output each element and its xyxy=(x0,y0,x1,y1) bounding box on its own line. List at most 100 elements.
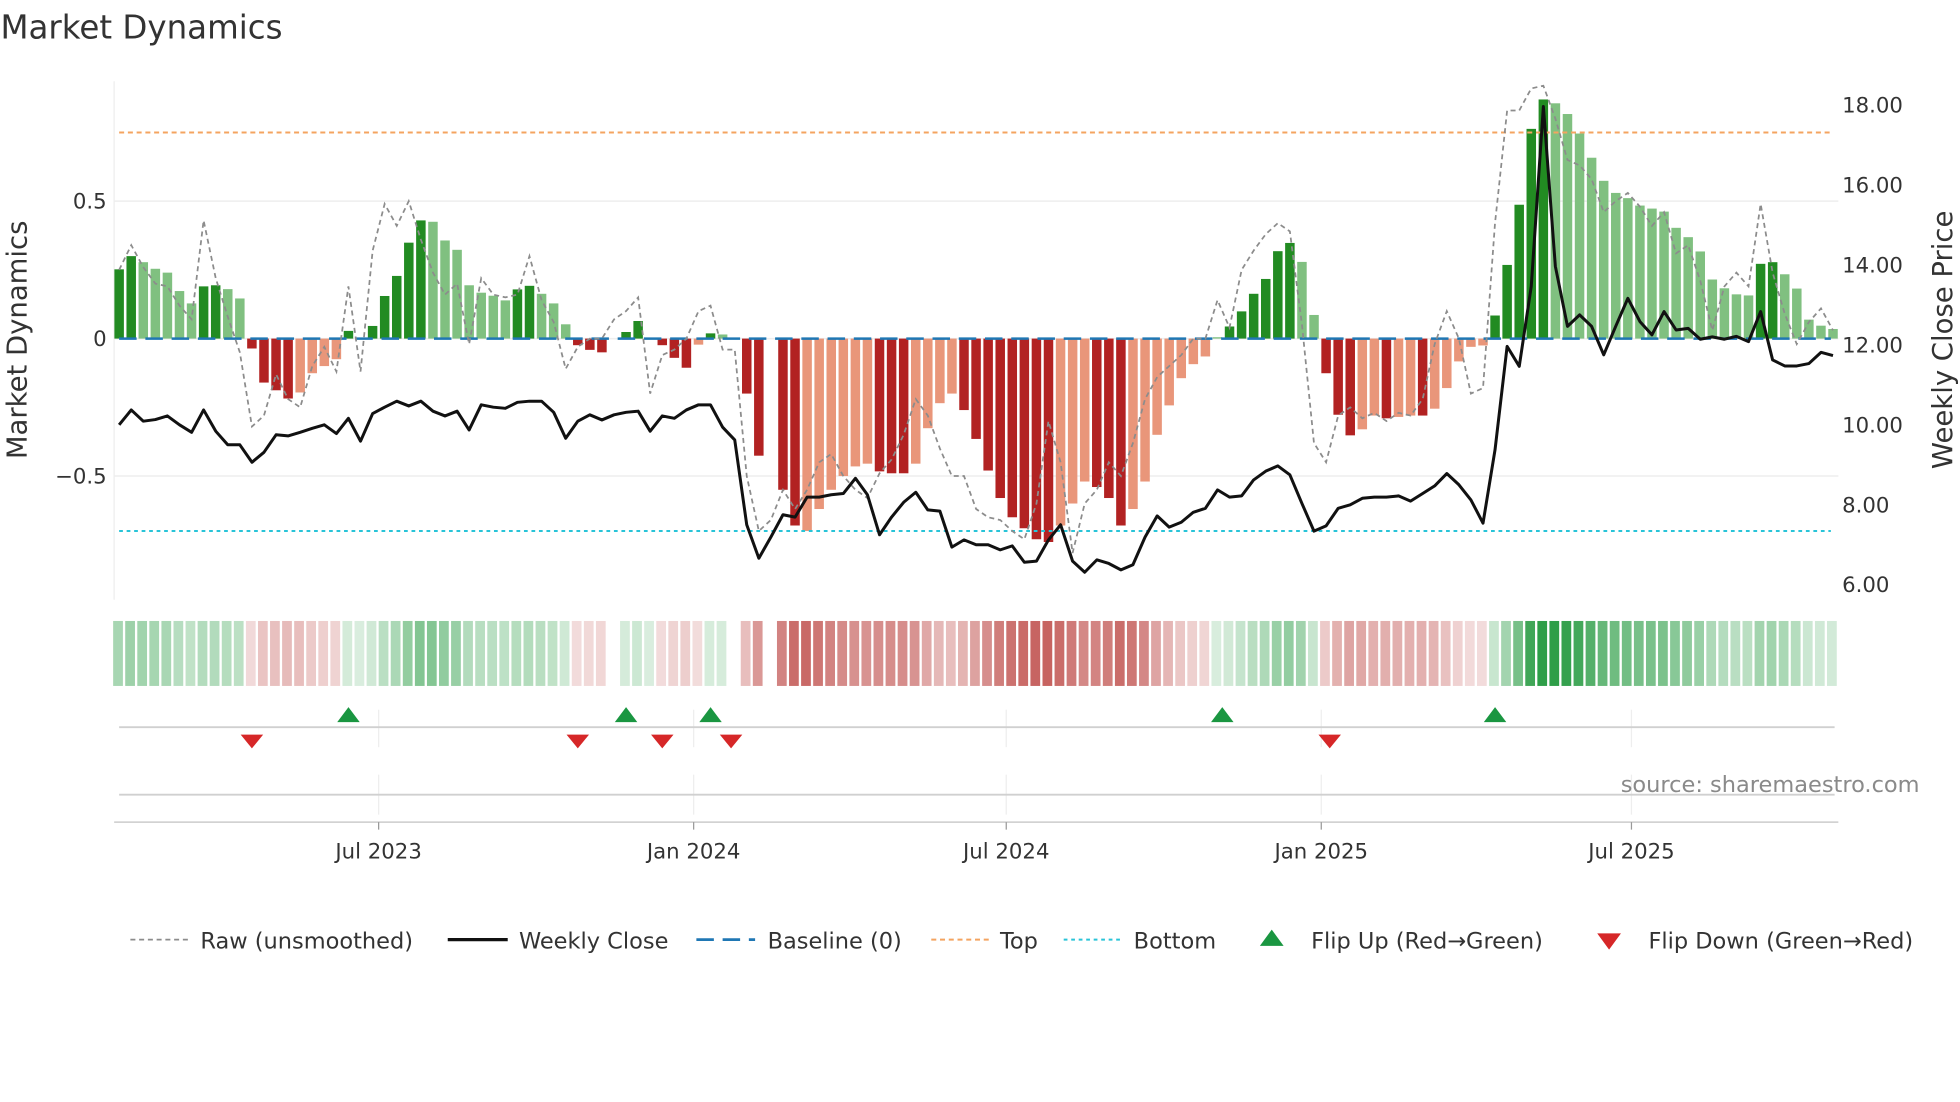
momentum-bar xyxy=(1647,208,1657,339)
momentum-bar xyxy=(259,338,269,383)
legend-label-flip-down: Flip Down (Green→Red) xyxy=(1648,928,1913,954)
legend-item-flip-down[interactable]: Flip Down (Green→Red) xyxy=(1597,928,1913,954)
legend-label-close: Weekly Close xyxy=(519,928,668,954)
heat-cell xyxy=(668,620,679,686)
heat-cell xyxy=(257,620,268,686)
heat-cell xyxy=(330,620,341,686)
legend-item-flip-up[interactable]: Flip Up (Red→Green) xyxy=(1259,928,1543,954)
heat-cell xyxy=(849,620,860,686)
momentum-bar xyxy=(1128,338,1138,510)
heat-cell xyxy=(1211,620,1222,686)
momentum-bar xyxy=(1345,338,1355,436)
heat-cell xyxy=(1114,620,1125,686)
heat-cell xyxy=(1223,620,1234,686)
momentum-bar xyxy=(1333,338,1343,415)
heat-cell xyxy=(1235,620,1246,686)
momentum-bar xyxy=(162,272,173,339)
momentum-bar xyxy=(1598,180,1609,339)
heat-cell xyxy=(1573,620,1584,686)
momentum-bar xyxy=(452,249,462,339)
y2-tick-label: 16.00 xyxy=(1842,173,1903,198)
heat-cell xyxy=(644,620,654,686)
heat-cell xyxy=(475,620,485,686)
momentum-bar xyxy=(1707,279,1718,339)
heat-cell xyxy=(1440,620,1451,686)
flip-up-marker xyxy=(1211,707,1234,723)
right-axis-label: Weekly Close Price xyxy=(1927,211,1959,469)
momentum-bar xyxy=(862,338,873,464)
legend-item-raw[interactable]: Raw (unsmoothed) xyxy=(130,928,413,954)
momentum-bar xyxy=(223,289,233,339)
momentum-bar xyxy=(850,338,861,467)
momentum-bar xyxy=(560,324,571,339)
momentum-bar xyxy=(331,338,342,360)
x-tick-label: Jul 2024 xyxy=(961,839,1049,864)
y2-tick-label: 12.00 xyxy=(1842,333,1903,358)
heat-cell xyxy=(1452,620,1463,686)
heat-cell xyxy=(1814,620,1825,686)
heat-cell xyxy=(1670,620,1680,686)
heat-cell xyxy=(1332,620,1342,686)
momentum-bar xyxy=(1031,338,1042,540)
momentum-bar xyxy=(597,338,607,353)
momentum-bar xyxy=(174,291,185,339)
momentum-bar xyxy=(114,269,124,339)
momentum-bar xyxy=(983,338,993,471)
x-tick-label: Jan 2025 xyxy=(1272,839,1368,864)
momentum-bar xyxy=(1429,338,1440,409)
momentum-bar xyxy=(404,242,414,339)
momentum-bar xyxy=(1502,264,1512,339)
heat-cell xyxy=(994,620,1004,686)
momentum-heat-strip xyxy=(113,620,1837,686)
heat-cell xyxy=(1199,620,1210,686)
flip-down-marker xyxy=(240,734,264,749)
heat-cell xyxy=(1513,620,1523,686)
heat-cell xyxy=(1537,620,1548,686)
momentum-bar xyxy=(838,338,849,477)
momentum-bar xyxy=(1792,288,1802,339)
heat-cell xyxy=(933,620,944,686)
momentum-bar xyxy=(1104,338,1114,499)
heat-cell xyxy=(1585,620,1596,686)
heat-cell xyxy=(1476,620,1487,686)
heat-cell xyxy=(523,620,534,686)
heat-cell xyxy=(113,620,123,686)
momentum-bar xyxy=(138,262,149,339)
momentum-bar xyxy=(536,293,547,339)
flip-up-marker xyxy=(1483,707,1507,723)
momentum-bar xyxy=(210,285,221,339)
heat-cell xyxy=(1259,620,1270,686)
legend-item-close[interactable]: Weekly Close xyxy=(447,928,669,954)
heat-cell xyxy=(149,620,160,686)
y2-tick-label: 14.00 xyxy=(1842,253,1903,278)
heat-cell xyxy=(1066,620,1077,686)
heat-cell xyxy=(752,620,763,686)
heat-cell xyxy=(270,620,280,686)
heat-cell xyxy=(1018,620,1029,686)
heat-cell xyxy=(1054,620,1065,686)
heat-cell xyxy=(885,620,896,686)
flip-down-marker xyxy=(719,734,743,749)
momentum-bar xyxy=(150,268,161,339)
heat-cell xyxy=(487,620,498,686)
source-text: source: sharemaestro.com xyxy=(1621,772,1920,798)
flip-up-marker xyxy=(614,707,638,723)
momentum-bar xyxy=(295,338,305,393)
heat-cell xyxy=(342,620,353,686)
heat-cell xyxy=(511,620,522,686)
momentum-bar xyxy=(1007,338,1018,518)
heat-cell xyxy=(1187,620,1198,686)
heat-cell xyxy=(873,620,884,686)
heat-cell xyxy=(1561,620,1572,686)
heat-cell xyxy=(378,620,389,686)
heat-cell xyxy=(861,620,872,686)
momentum-bar xyxy=(1719,288,1730,339)
momentum-bar xyxy=(1152,338,1162,435)
legend-item-baseline[interactable]: Baseline (0) xyxy=(696,928,902,954)
heat-cell xyxy=(921,620,932,686)
legend-item-bottom[interactable]: Bottom xyxy=(1063,928,1216,954)
momentum-bar xyxy=(1442,338,1452,389)
momentum-bar xyxy=(391,275,402,339)
momentum-bar xyxy=(1260,278,1271,339)
legend-item-top[interactable]: Top xyxy=(931,928,1038,954)
